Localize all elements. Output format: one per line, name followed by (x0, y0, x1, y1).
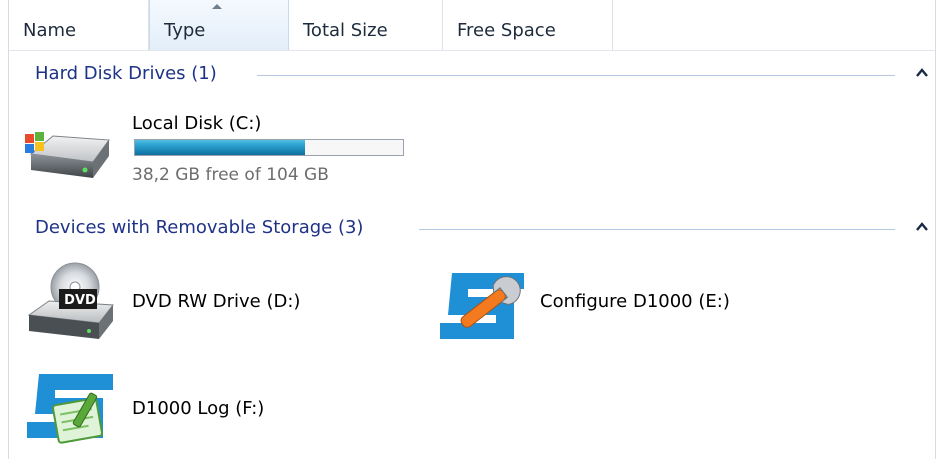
drive-name-local-disk-c: Local Disk (C:) (132, 113, 262, 134)
column-free-space-label: Free Space (457, 20, 556, 41)
column-total-size[interactable]: Total Size (289, 0, 443, 50)
drive-item-local-disk-c[interactable]: Local Disk (C:) 38,2 GB free of 104 GB (9, 100, 409, 200)
column-header: Name Type Total Size Free Space (9, 0, 935, 51)
drive-name-dvd-rw-d: DVD RW Drive (D:) (132, 291, 301, 312)
drive-free-space-text: 38,2 GB free of 104 GB (132, 165, 329, 185)
drive-item-dvd-rw-d[interactable]: DVD DVD RW Drive (D:) (9, 255, 409, 351)
group-title-removable-storage: Devices with Removable Storage (3) (35, 217, 364, 238)
hard-drive-icon (25, 132, 110, 178)
drive-name-configure-d1000-e: Configure D1000 (E:) (540, 291, 730, 312)
drive-item-d1000-log-f[interactable]: D1000 Log (F:) (9, 360, 409, 456)
drive-item-configure-d1000-e[interactable]: Configure D1000 (E:) (430, 255, 830, 351)
group-title-hard-disk-drives: Hard Disk Drives (1) (35, 63, 217, 84)
column-name-label: Name (23, 20, 77, 41)
sort-ascending-icon (212, 4, 222, 9)
d1000-log-icon (27, 374, 113, 444)
group-divider (257, 75, 895, 76)
capacity-bar (134, 139, 404, 156)
column-type[interactable]: Type (149, 0, 289, 50)
group-hard-disk-drives[interactable]: Hard Disk Drives (1) (9, 63, 935, 89)
right-border (935, 0, 936, 459)
collapse-chevron-icon[interactable] (915, 66, 929, 80)
configure-d1000-icon (440, 273, 524, 339)
column-total-size-label: Total Size (303, 20, 388, 41)
dvd-badge-label: DVD (64, 293, 96, 308)
column-type-label: Type (164, 20, 206, 41)
drive-name-d1000-log-f: D1000 Log (F:) (132, 398, 265, 419)
column-free-space[interactable]: Free Space (443, 0, 613, 50)
capacity-bar-fill (135, 140, 305, 155)
group-divider (419, 229, 895, 230)
group-removable-storage[interactable]: Devices with Removable Storage (3) (9, 217, 935, 243)
collapse-chevron-icon[interactable] (915, 220, 929, 234)
column-name[interactable]: Name (9, 0, 149, 50)
